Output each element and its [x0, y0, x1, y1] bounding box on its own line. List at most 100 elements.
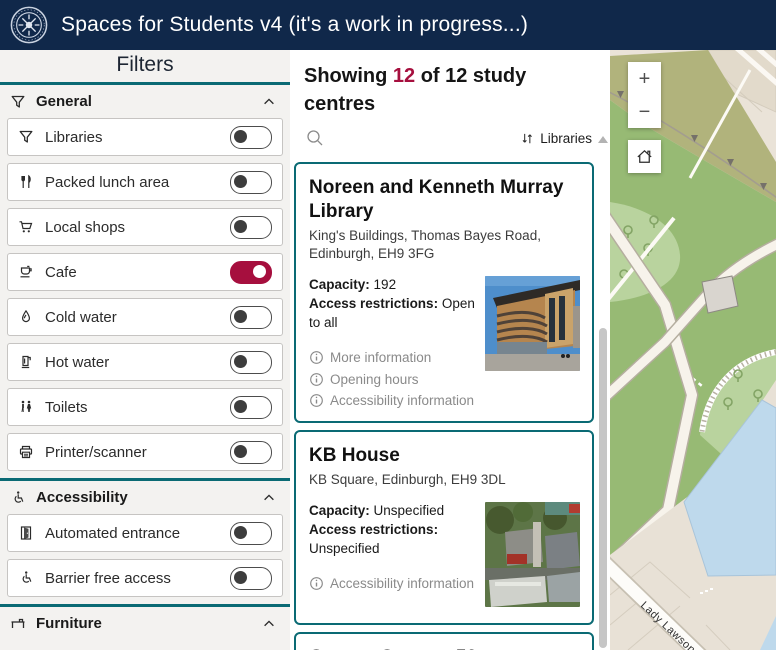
link-opening-hours[interactable]: Opening hours — [309, 371, 580, 390]
toggle-knob — [234, 444, 247, 458]
study-centre-card-george-square-50[interactable]: George Square, 5050 George Square, Edinb… — [294, 632, 594, 650]
kb-house-photo — [485, 502, 580, 608]
toggle-barrier-free-access[interactable] — [230, 566, 272, 590]
filter-item-cold-water: Cold water — [7, 298, 283, 336]
toggle-printer-scanner[interactable] — [230, 440, 272, 464]
section-header-general[interactable]: General — [0, 85, 290, 118]
filter-section-furniture: Furniture — [0, 604, 290, 640]
filter-item-toilets: Toilets — [7, 388, 283, 426]
filter-item-libraries: Libraries — [7, 118, 283, 156]
filter-item-automated-entrance: Automated entrance — [7, 514, 283, 552]
toggle-knob — [234, 570, 247, 584]
search-icon[interactable] — [305, 128, 325, 148]
toggle-packed-lunch-area[interactable] — [230, 170, 272, 194]
study-centre-card-kb-house[interactable]: KB House KB Square, Edinburgh, EH9 3DL Cap… — [294, 430, 594, 626]
toggle-libraries[interactable] — [230, 125, 272, 149]
map-zoom-control: + − — [628, 62, 661, 128]
chevron-up-icon[interactable] — [262, 95, 276, 109]
zoom-out-button[interactable]: − — [628, 95, 661, 128]
toggle-cold-water[interactable] — [230, 305, 272, 329]
filter-item-packed-lunch-area: Packed lunch area — [7, 163, 283, 201]
filter-section-accessibility: Accessibility Automated entrance Barrier f… — [0, 478, 290, 597]
toggle-knob — [234, 525, 247, 539]
capacity-label: Capacity: — [309, 276, 370, 292]
link-accessibility-information[interactable]: Accessibility information — [309, 392, 580, 411]
toggle-local-shops[interactable] — [230, 215, 272, 239]
card-title: KB House — [309, 445, 400, 467]
link-label: Accessibility information — [330, 575, 475, 591]
shown-count: 12 — [392, 65, 416, 87]
section-label: General — [36, 93, 92, 110]
summary-prefix: Showing — [304, 65, 393, 87]
filter-item-label: Printer/scanner — [45, 443, 147, 461]
study-centre-list: Noreen and Kenneth Murray Library King's … — [290, 160, 610, 650]
card-title: George Square, 50 — [309, 646, 580, 650]
results-summary: Showing 12 of 12 study centres — [290, 50, 610, 120]
capacity-value: Unspecified — [373, 503, 445, 519]
filter-sections: General Libraries Packed lunch area Local s… — [0, 85, 290, 640]
access-restrictions-value: Unspecified — [309, 541, 380, 557]
funnel-icon — [18, 129, 34, 145]
cutlery-icon — [18, 174, 34, 190]
info-icon — [309, 372, 324, 387]
sort-arrows-icon — [520, 131, 535, 146]
droplet-icon — [18, 309, 34, 325]
cup-icon — [18, 264, 34, 280]
wheelchair-icon — [18, 570, 34, 586]
filter-item-printer-scanner: Printer/scanner — [7, 433, 283, 471]
home-button[interactable] — [628, 140, 661, 173]
home-icon — [635, 147, 654, 166]
filter-item-barrier-free-access: Barrier free access — [7, 559, 283, 597]
study-centre-card-noreen-and-kenneth-murray-library[interactable]: Noreen and Kenneth Murray Library King's … — [294, 162, 594, 424]
toggle-automated-entrance[interactable] — [230, 521, 272, 545]
filter-section-general: General Libraries Packed lunch area Local s… — [0, 85, 290, 471]
filter-item-cafe: Cafe — [7, 253, 283, 291]
printer-icon — [18, 444, 34, 460]
capacity-label: Capacity: — [309, 503, 370, 519]
cart-icon — [18, 219, 34, 235]
card-address: KB Square, Edinburgh, EH9 3DL — [309, 472, 506, 488]
toggle-knob — [234, 309, 247, 323]
toggle-knob — [234, 174, 247, 188]
toggle-knob — [253, 264, 266, 278]
filter-item-hot-water: Hot water — [7, 343, 283, 381]
wheelchair-icon — [10, 490, 26, 506]
toilets-icon — [18, 399, 34, 415]
door-icon — [18, 525, 34, 541]
section-header-furniture[interactable]: Furniture — [0, 604, 290, 640]
filter-item-label: Automated entrance — [45, 524, 181, 542]
filters-title: Filters — [0, 50, 290, 85]
filter-item-label: Cafe — [45, 263, 77, 281]
card-body: Capacity: 192 Access restrictions: Open t… — [309, 275, 580, 411]
link-label: Opening hours — [330, 371, 419, 387]
toggle-toilets[interactable] — [230, 395, 272, 419]
app-window: Spaces for Students v4 (it's a work in p… — [0, 0, 776, 650]
furniture-icon — [10, 616, 26, 632]
list-controls: Libraries — [290, 120, 610, 160]
toggle-cafe[interactable] — [230, 260, 272, 284]
filter-item-label: Cold water — [45, 308, 117, 326]
list-scrollbar[interactable] — [598, 136, 608, 650]
app-header: Spaces for Students v4 (it's a work in p… — [0, 0, 776, 50]
filter-item-label: Libraries — [45, 128, 103, 146]
info-icon — [309, 350, 324, 365]
info-icon — [309, 576, 324, 591]
capacity-value: 192 — [373, 276, 397, 292]
scroll-up-arrow[interactable] — [598, 136, 608, 143]
kettle-icon — [18, 354, 34, 370]
app-title: Spaces for Students v4 (it's a work in p… — [61, 13, 529, 36]
chevron-up-icon[interactable] — [262, 491, 276, 505]
section-header-accessibility[interactable]: Accessibility — [0, 478, 290, 514]
chevron-up-icon[interactable] — [262, 617, 276, 631]
link-label: Accessibility information — [330, 393, 475, 409]
scrollbar-thumb[interactable] — [599, 328, 607, 648]
zoom-in-button[interactable]: + — [628, 62, 661, 95]
access-restrictions-label: Access restrictions: — [309, 295, 439, 311]
filter-item-label: Toilets — [45, 398, 88, 416]
filter-item-local-shops: Local shops — [7, 208, 283, 246]
toggle-hot-water[interactable] — [230, 350, 272, 374]
toggle-knob — [234, 399, 247, 413]
filter-item-label: Local shops — [45, 218, 126, 236]
filter-item-label: Hot water — [45, 353, 110, 371]
sort-control[interactable]: Libraries — [520, 131, 592, 146]
